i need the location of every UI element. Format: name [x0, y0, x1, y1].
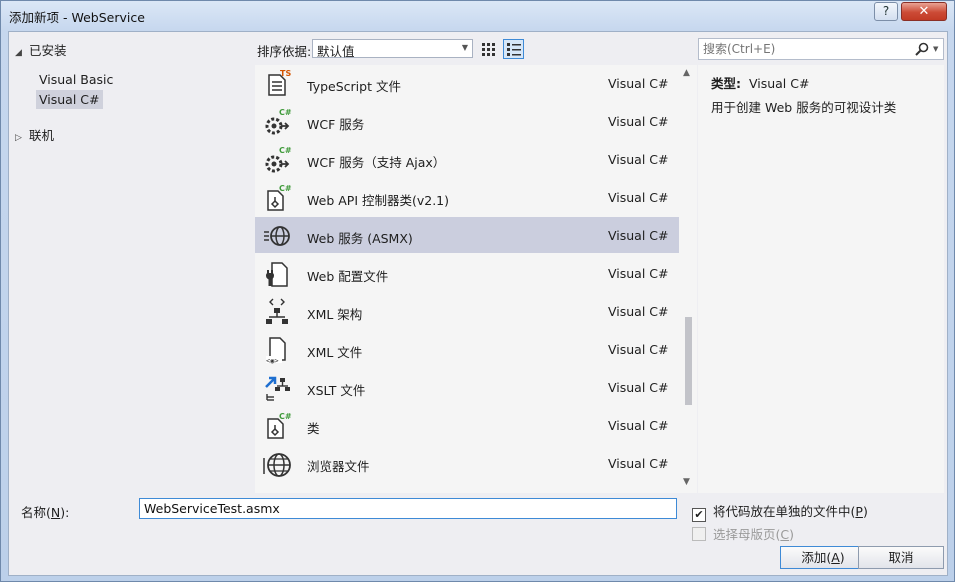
- search-input[interactable]: [699, 39, 909, 59]
- details-panel: 类型: Visual C# 用于创建 Web 服务的可视设计类: [698, 65, 944, 493]
- item-name: 类: [307, 421, 320, 436]
- list-view-icon: [506, 42, 521, 56]
- svg-text:C#: C#: [279, 108, 292, 117]
- svg-text:<◉>: <◉>: [266, 357, 279, 365]
- list-scrollbar[interactable]: ▲ ▼: [680, 65, 697, 493]
- item-name: TypeScript 文件: [307, 79, 401, 94]
- sort-label: 排序依据:: [257, 44, 312, 59]
- xslt-file-icon: [265, 376, 290, 401]
- svg-text:C#: C#: [279, 412, 292, 421]
- name-input[interactable]: [139, 498, 677, 519]
- add-new-item-dialog: 添加新项 - WebService ? ✕ ◢ 已安装 Visual Basic …: [0, 0, 955, 582]
- item-name: Web 配置文件: [307, 269, 389, 284]
- sort-select-value: 默认值: [317, 44, 355, 59]
- item-name: Web API 控制器类(v2.1): [307, 193, 450, 208]
- grid-view-icon: [482, 42, 495, 56]
- web-api-controller-icon: C#: [267, 184, 292, 211]
- typescript-file-icon: TS: [268, 69, 291, 96]
- web-service-icon: [264, 226, 290, 246]
- search-icon[interactable]: [915, 42, 929, 56]
- item-language: Visual C#: [608, 380, 669, 395]
- detail-type-label: 类型:: [711, 76, 741, 91]
- template-tree: ◢ 已安装 Visual Basic Visual C# ▷ 联机: [9, 32, 253, 494]
- detail-type-value: Visual C#: [748, 76, 810, 91]
- item-language: Visual C#: [608, 190, 669, 205]
- item-language: Visual C#: [608, 114, 669, 129]
- web-config-icon: [266, 262, 288, 287]
- item-name: XML 文件: [307, 345, 363, 360]
- item-language: Visual C#: [608, 342, 669, 357]
- item-name: XSLT 文件: [307, 383, 366, 398]
- detail-description: 用于创建 Web 服务的可视设计类: [711, 100, 897, 115]
- scroll-thumb[interactable]: [685, 317, 692, 405]
- list-item-web-config[interactable]: Web 配置文件 Visual C#: [255, 255, 679, 291]
- class-icon: C#: [267, 412, 292, 439]
- svg-text:C#: C#: [279, 146, 292, 155]
- item-name: 浏览器文件: [307, 459, 370, 474]
- list-view-button[interactable]: [503, 39, 524, 59]
- scroll-down-arrow-icon[interactable]: ▼: [683, 477, 690, 487]
- item-language: Visual C#: [608, 228, 669, 243]
- list-item-web-api-controller[interactable]: C# Web API 控制器类(v2.1) Visual C#: [255, 179, 679, 215]
- xml-schema-icon: [266, 298, 288, 324]
- dialog-body: ◢ 已安装 Visual Basic Visual C# ▷ 联机 排序依据: 默认…: [8, 31, 948, 576]
- master-page-label: 选择母版页(C): [713, 527, 795, 542]
- separate-file-label: 将代码放在单独的文件中(P): [713, 504, 868, 519]
- browser-file-icon: [263, 453, 291, 477]
- svg-text:TS: TS: [280, 69, 291, 78]
- item-language: Visual C#: [608, 456, 669, 471]
- list-item-wcf-ajax-service[interactable]: C# WCF 服务（支持 Ajax） Visual C#: [255, 141, 679, 177]
- list-item-class[interactable]: C# 类 Visual C#: [255, 407, 679, 443]
- list-item-typescript[interactable]: TS TypeScript 文件 Visual C#: [255, 65, 679, 101]
- master-page-checkbox: [692, 527, 706, 541]
- item-language: Visual C#: [608, 266, 669, 281]
- item-name: WCF 服务（支持 Ajax）: [307, 155, 446, 170]
- expanded-arrow-icon[interactable]: ◢: [15, 48, 29, 58]
- item-name: Web 服务 (ASMX): [307, 231, 413, 246]
- dropdown-arrow-icon: ▼: [461, 43, 468, 52]
- xml-file-icon: <◉>: [266, 337, 286, 365]
- detail-type: 类型: Visual C#: [711, 73, 809, 92]
- wcf-service-icon: C#: [265, 108, 292, 135]
- tree-node-installed-label: 已安装: [29, 43, 67, 58]
- list-item-wcf-service[interactable]: C# WCF 服务 Visual C#: [255, 103, 679, 139]
- item-language: Visual C#: [608, 418, 669, 433]
- separate-file-checkbox-row[interactable]: ✔ 将代码放在单独的文件中(P): [692, 501, 868, 522]
- list-item-xslt-file[interactable]: XSLT 文件 Visual C#: [255, 369, 679, 405]
- list-item-xml-file[interactable]: <◉> XML 文件 Visual C#: [255, 331, 679, 367]
- master-page-checkbox-row: 选择母版页(C): [692, 524, 794, 543]
- help-button[interactable]: ?: [874, 2, 898, 21]
- item-language: Visual C#: [608, 76, 669, 91]
- add-button[interactable]: 添加(A): [780, 546, 866, 569]
- scroll-up-arrow-icon[interactable]: ▲: [683, 68, 690, 78]
- svg-text:C#: C#: [279, 184, 292, 193]
- list-item-web-service-asmx[interactable]: Web 服务 (ASMX) Visual C#: [255, 217, 679, 253]
- list-item-browser-file[interactable]: 浏览器文件 Visual C#: [255, 445, 679, 481]
- sort-select[interactable]: 默认值 ▼: [312, 39, 473, 59]
- name-label: 名称(N):: [21, 505, 70, 520]
- search-box[interactable]: ▼: [698, 38, 944, 60]
- cancel-button[interactable]: 取消: [858, 546, 944, 569]
- tree-node-online[interactable]: ▷ 联机: [15, 125, 54, 144]
- template-list: TS TypeScript 文件 Visual C# C# WCF 服务 Vis…: [255, 65, 697, 493]
- wcf-ajax-service-icon: C#: [265, 146, 292, 173]
- close-button[interactable]: ✕: [901, 2, 947, 21]
- item-name: WCF 服务: [307, 117, 365, 132]
- item-language: Visual C#: [608, 304, 669, 319]
- tree-item-visual-basic[interactable]: Visual Basic: [36, 70, 116, 89]
- item-language: Visual C#: [608, 152, 669, 167]
- separate-file-checkbox[interactable]: ✔: [692, 508, 706, 522]
- tree-node-online-label: 联机: [29, 128, 55, 143]
- search-dropdown-arrow-icon[interactable]: ▼: [933, 45, 938, 53]
- list-item-xml-schema[interactable]: XML 架构 Visual C#: [255, 293, 679, 329]
- tree-node-installed[interactable]: ◢ 已安装: [15, 40, 67, 59]
- tree-item-visual-csharp[interactable]: Visual C#: [36, 90, 103, 109]
- collapsed-arrow-icon[interactable]: ▷: [15, 133, 29, 143]
- title-bar[interactable]: 添加新项 - WebService ? ✕: [1, 1, 954, 31]
- window-title: 添加新项 - WebService: [9, 10, 145, 25]
- grid-view-button[interactable]: [478, 39, 499, 59]
- item-name: XML 架构: [307, 307, 363, 322]
